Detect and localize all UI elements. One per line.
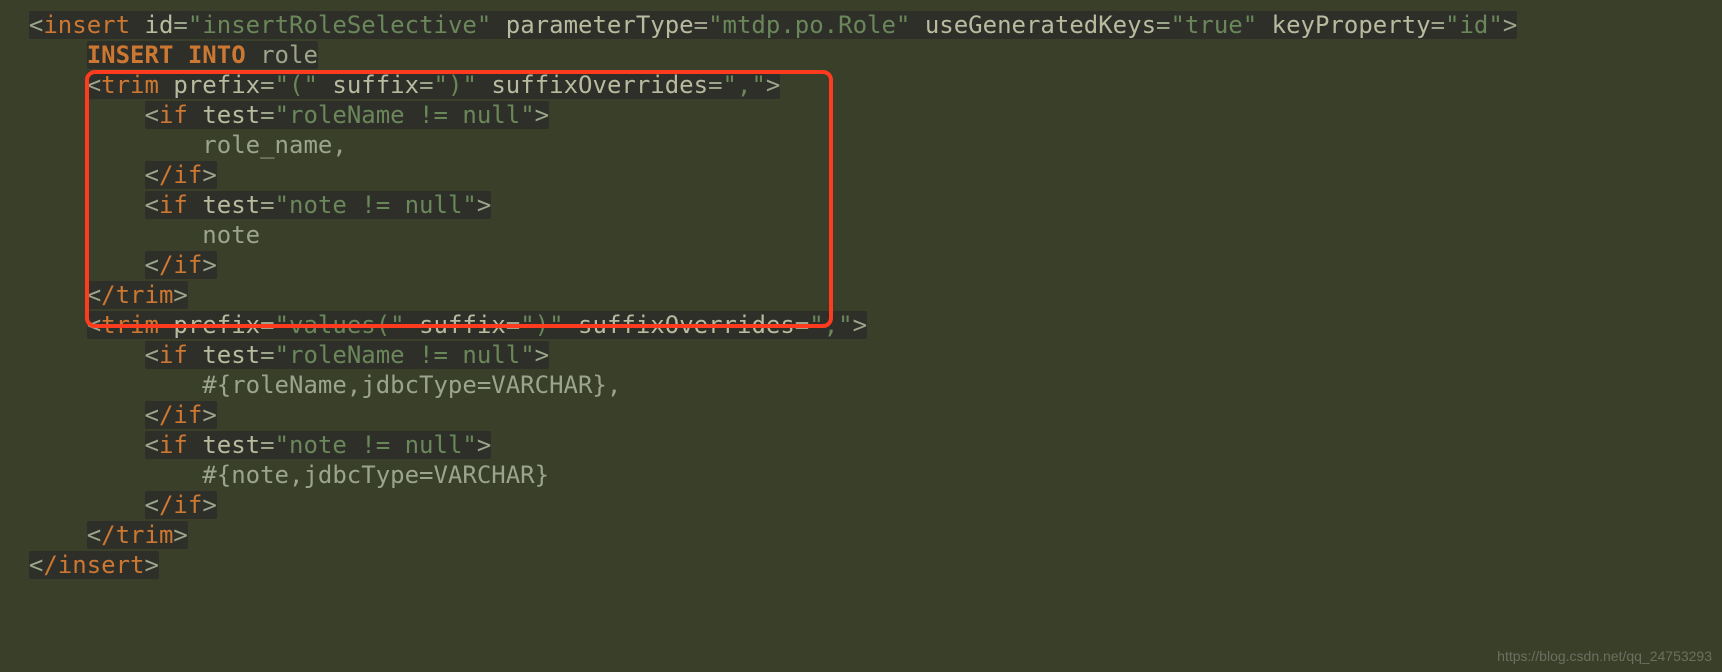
- tag-if2: if: [159, 191, 188, 219]
- tag-if4-close: /if: [159, 491, 202, 519]
- attr-test4: test: [202, 431, 260, 459]
- param-role-name: #{roleName,jdbcType=VARCHAR},: [202, 371, 621, 399]
- val-keyProperty: id: [1459, 11, 1488, 39]
- tag-trim1-close: /trim: [101, 281, 173, 309]
- val-test1: roleName != null: [289, 101, 520, 129]
- attr-prefix: prefix: [173, 71, 260, 99]
- val-test4: note != null: [289, 431, 462, 459]
- tag-trim2-close: /trim: [101, 521, 173, 549]
- attr-useGeneratedKeys: useGeneratedKeys: [925, 11, 1156, 39]
- attr-suffixOverrides: suffixOverrides: [491, 71, 708, 99]
- val-prefix: (: [289, 71, 303, 99]
- attr-keyProperty: keyProperty: [1272, 11, 1431, 39]
- attr-test1: test: [202, 101, 260, 129]
- tag-trim1: trim: [101, 71, 159, 99]
- attr-suffixOverrides2: suffixOverrides: [578, 311, 795, 339]
- col-role-name: role_name,: [202, 131, 347, 159]
- val-suffix2: ): [535, 311, 549, 339]
- attr-prefix2: prefix: [173, 311, 260, 339]
- tag-insert: insert: [43, 11, 130, 39]
- val-test2: note != null: [289, 191, 462, 219]
- param-note: #{note,jdbcType=VARCHAR}: [202, 461, 549, 489]
- tag-if4: if: [159, 431, 188, 459]
- attr-test2: test: [202, 191, 260, 219]
- val-test3: roleName != null: [289, 341, 520, 369]
- sql-keyword: INSERT INTO: [87, 41, 246, 69]
- attr-test3: test: [202, 341, 260, 369]
- attr-parameterType: parameterType: [506, 11, 694, 39]
- col-note: note: [202, 221, 260, 249]
- watermark: https://blog.csdn.net/qq_24753293: [1497, 648, 1712, 664]
- tag-insert-close: /insert: [43, 551, 144, 579]
- val-useGeneratedKeys: true: [1185, 11, 1243, 39]
- attr-suffix: suffix: [332, 71, 419, 99]
- tag-if1-close: /if: [159, 161, 202, 189]
- tag-if1: if: [159, 101, 188, 129]
- val-suffix: ): [448, 71, 462, 99]
- sql-table: role: [260, 41, 318, 69]
- code-editor[interactable]: <insert id="insertRoleSelective" paramet…: [0, 0, 1722, 580]
- tag-if2-close: /if: [159, 251, 202, 279]
- tag-if3-close: /if: [159, 401, 202, 429]
- attr-id: id: [145, 11, 174, 39]
- val-suffixOverrides: ,: [737, 71, 751, 99]
- attr-suffix2: suffix: [419, 311, 506, 339]
- tag-trim2: trim: [101, 311, 159, 339]
- val-suffixOverrides2: ,: [824, 311, 838, 339]
- tag-if3: if: [159, 341, 188, 369]
- val-parameterType: mtdp.po.Role: [723, 11, 896, 39]
- val-prefix2: values(: [289, 311, 390, 339]
- val-id: insertRoleSelective: [202, 11, 477, 39]
